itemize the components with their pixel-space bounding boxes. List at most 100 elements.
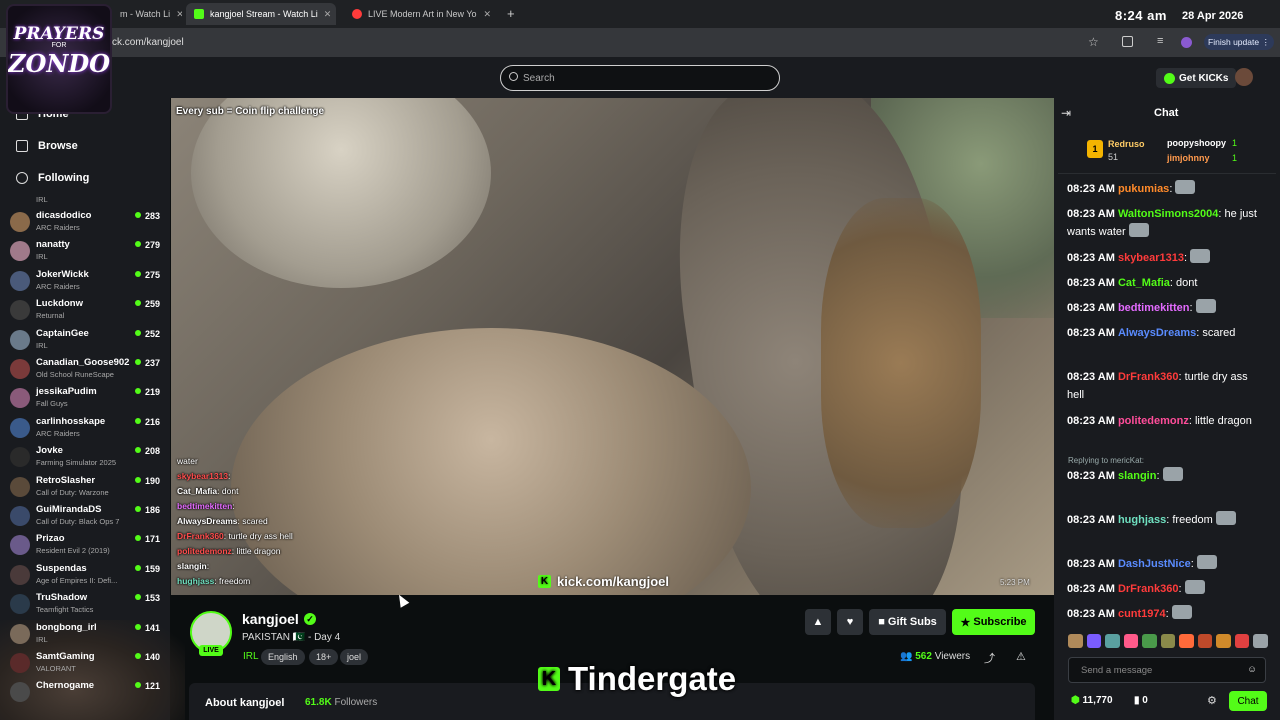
sidebar-channel[interactable]: Prizao Resident Evil 2 (2019) 171 <box>10 531 160 559</box>
star-icon[interactable]: ☆ <box>1088 35 1099 49</box>
close-icon[interactable]: ✕ <box>477 9 491 20</box>
profile-icon[interactable] <box>1181 37 1192 48</box>
emote-icon[interactable] <box>1179 634 1194 648</box>
sidebar-item-browse[interactable]: Browse <box>16 140 78 152</box>
sidebar-channel[interactable]: Chernogame 121 <box>10 678 160 706</box>
leaderboard-user-2[interactable]: poopyshoopy <box>1167 138 1226 148</box>
new-tab-icon[interactable]: + <box>507 6 515 21</box>
sidebar-channel[interactable]: GuiMirandaDS Call of Duty: Black Ops 7 186 <box>10 502 160 530</box>
category-link[interactable]: IRL <box>243 651 259 662</box>
user-avatar[interactable] <box>1235 68 1253 86</box>
emote-bar[interactable] <box>1068 634 1269 650</box>
chat-username[interactable]: pukumias <box>1118 183 1169 195</box>
sidebar-item-following[interactable]: Following <box>16 172 89 184</box>
chat-message[interactable]: 08:23 AM Cat_Mafia: dont <box>1067 274 1267 292</box>
sidebar-channel[interactable]: bongbong_irl IRL 141 <box>10 620 160 648</box>
emote-icon[interactable] <box>1234 634 1250 648</box>
chat-message[interactable]: 08:23 AM WaltonSimons2004: he just wants… <box>1067 205 1267 241</box>
viewers-icon: 👥 <box>900 651 916 662</box>
sidebar-channel[interactable]: jessikaPudim Fall Guys 219 <box>10 384 160 412</box>
chat-username[interactable]: WaltonSimons2004 <box>1118 208 1218 220</box>
chat-username[interactable]: skybear1313 <box>1118 252 1184 264</box>
share-icon[interactable]: ⤴ <box>984 650 995 666</box>
chat-time: 08:23 AM <box>1067 470 1115 482</box>
sidebar-channel[interactable]: Jovke Farming Simulator 2025 208 <box>10 443 160 471</box>
emoji-icon[interactable]: ☺ <box>1247 664 1257 675</box>
emote-icon[interactable] <box>1253 634 1269 648</box>
sidebar-channel[interactable]: RetroSlasher Call of Duty: Warzone 190 <box>10 473 160 501</box>
gift-subs-button[interactable]: ■ Gift Subs <box>869 609 946 635</box>
chat-send-button[interactable]: Chat <box>1229 691 1267 711</box>
finish-update-button[interactable]: Finish update ⋮ <box>1204 34 1274 50</box>
chat-message[interactable]: 08:23 AM slangin: <box>1067 467 1267 485</box>
chat-username[interactable]: slangin <box>1118 470 1157 482</box>
sidebar-channel[interactable]: carlinhosskape ARC Raiders 216 <box>10 414 160 442</box>
chat-message-input[interactable]: Send a message ☺ <box>1068 657 1266 683</box>
leaderboard-user-1[interactable]: Redruso <box>1108 139 1145 149</box>
chat-message[interactable]: 08:23 AM hughjass: freedom <box>1067 511 1267 529</box>
chat-username[interactable]: Cat_Mafia <box>1118 277 1170 289</box>
chat-username[interactable]: cunt1974 <box>1118 608 1166 620</box>
sidebar-channel[interactable]: CaptainGee IRL 252 <box>10 326 160 354</box>
sidebar-channel[interactable]: Suspendas Age of Empires II: Defi... 159 <box>10 561 160 589</box>
chat-username[interactable]: hughjass <box>1118 514 1166 526</box>
emote-icon[interactable] <box>1123 634 1139 648</box>
sidebar-channel[interactable]: TruShadow Teamfight Tactics 153 <box>10 590 160 618</box>
report-icon[interactable]: ⚠ <box>1016 650 1026 663</box>
chat-message[interactable]: 08:23 AM AlwaysDreams: scared <box>1067 324 1267 342</box>
tab-search-icon[interactable]: ≡ <box>1157 35 1163 47</box>
emote-icon[interactable] <box>1068 634 1083 648</box>
chat-username[interactable]: DrFrank360 <box>1118 371 1179 383</box>
subscribe-button[interactable]: ★ Subscribe <box>952 609 1035 635</box>
close-icon[interactable]: ✕ <box>170 9 182 20</box>
chat-message[interactable]: 08:23 AM DrFrank360: turtle dry ass hell <box>1067 368 1267 404</box>
chat-message[interactable]: 08:23 AM pukumias: <box>1067 180 1267 198</box>
sidebar-channel[interactable]: Canadian_Goose902 Old School RuneScape 237 <box>10 355 160 383</box>
close-icon[interactable]: ✕ <box>318 9 332 20</box>
emote-icon[interactable] <box>1105 634 1120 648</box>
emote-icon[interactable] <box>1086 634 1102 648</box>
chat-message[interactable]: 08:23 AM DrFrank360: <box>1067 580 1267 598</box>
collapse-chat-icon[interactable]: ⇥ <box>1061 106 1071 120</box>
sidebar-channel[interactable]: dicasdodico ARC Raiders 283 <box>10 208 160 236</box>
channel-name: JokerWickk <box>36 268 89 280</box>
chat-username[interactable]: bedtimekitten <box>1118 302 1190 314</box>
tag-joel[interactable]: joel <box>340 649 369 665</box>
sidebar-channel[interactable]: Luckdonw Returnal 259 <box>10 296 160 324</box>
chat-message[interactable]: 08:23 AM cunt1974: <box>1067 605 1267 623</box>
tag-18plus[interactable]: 18+ <box>309 649 339 665</box>
emote-icon[interactable] <box>1160 634 1176 648</box>
search-input[interactable]: Search <box>500 65 780 91</box>
chat-username[interactable]: politedemonz <box>1118 415 1189 427</box>
sidebar-channel[interactable]: SamtGaming VALORANT 140 <box>10 649 160 677</box>
followers-label: Followers <box>334 697 378 708</box>
logo-text-2: FOR <box>51 42 67 49</box>
url-field[interactable]: ck.com/kangjoel <box>112 37 184 48</box>
heart-icon <box>16 172 28 184</box>
browser-tab-3[interactable]: LIVE Modern Art in New Yo ✕ <box>344 3 499 25</box>
emote-icon[interactable] <box>1216 634 1231 648</box>
channel-name[interactable]: kangjoel <box>242 611 299 627</box>
sub-count: ▮ 0 <box>1134 695 1148 706</box>
chat-username[interactable]: DashJustNice <box>1118 558 1191 570</box>
chat-message[interactable]: 08:23 AM skybear1313: <box>1067 249 1267 267</box>
chat-username[interactable]: AlwaysDreams <box>1118 327 1196 339</box>
get-kicks-button[interactable]: Get KICKs <box>1156 68 1237 88</box>
emote-icon[interactable] <box>1142 634 1157 648</box>
chat-username[interactable]: DrFrank360 <box>1118 583 1179 595</box>
leaderboard-user-3[interactable]: jimjohnny <box>1167 153 1210 163</box>
sidebar-channel[interactable]: JokerWickk ARC Raiders 275 <box>10 267 160 295</box>
tag-english[interactable]: English <box>261 649 305 665</box>
chat-message[interactable]: 08:23 AM politedemonz: little dragon <box>1067 412 1267 430</box>
browser-tab-1[interactable]: m - Watch Li ✕ <box>112 3 182 25</box>
channel-name: carlinhosskape <box>36 415 106 427</box>
chat-message[interactable]: 08:23 AM bedtimekitten: <box>1067 299 1267 317</box>
emote-icon[interactable] <box>1197 634 1213 648</box>
sidebar-channel[interactable]: nanatty IRL 279 <box>10 237 160 265</box>
notification-bell-button[interactable]: ▲ <box>805 609 831 635</box>
browser-tab-2[interactable]: kangjoel Stream - Watch Li ✕ <box>186 3 336 25</box>
follow-button[interactable]: ♥ <box>837 609 863 635</box>
extensions-icon[interactable] <box>1122 36 1133 47</box>
gear-icon[interactable]: ⚙ <box>1207 694 1217 707</box>
chat-message[interactable]: 08:23 AM DashJustNice: <box>1067 555 1267 573</box>
